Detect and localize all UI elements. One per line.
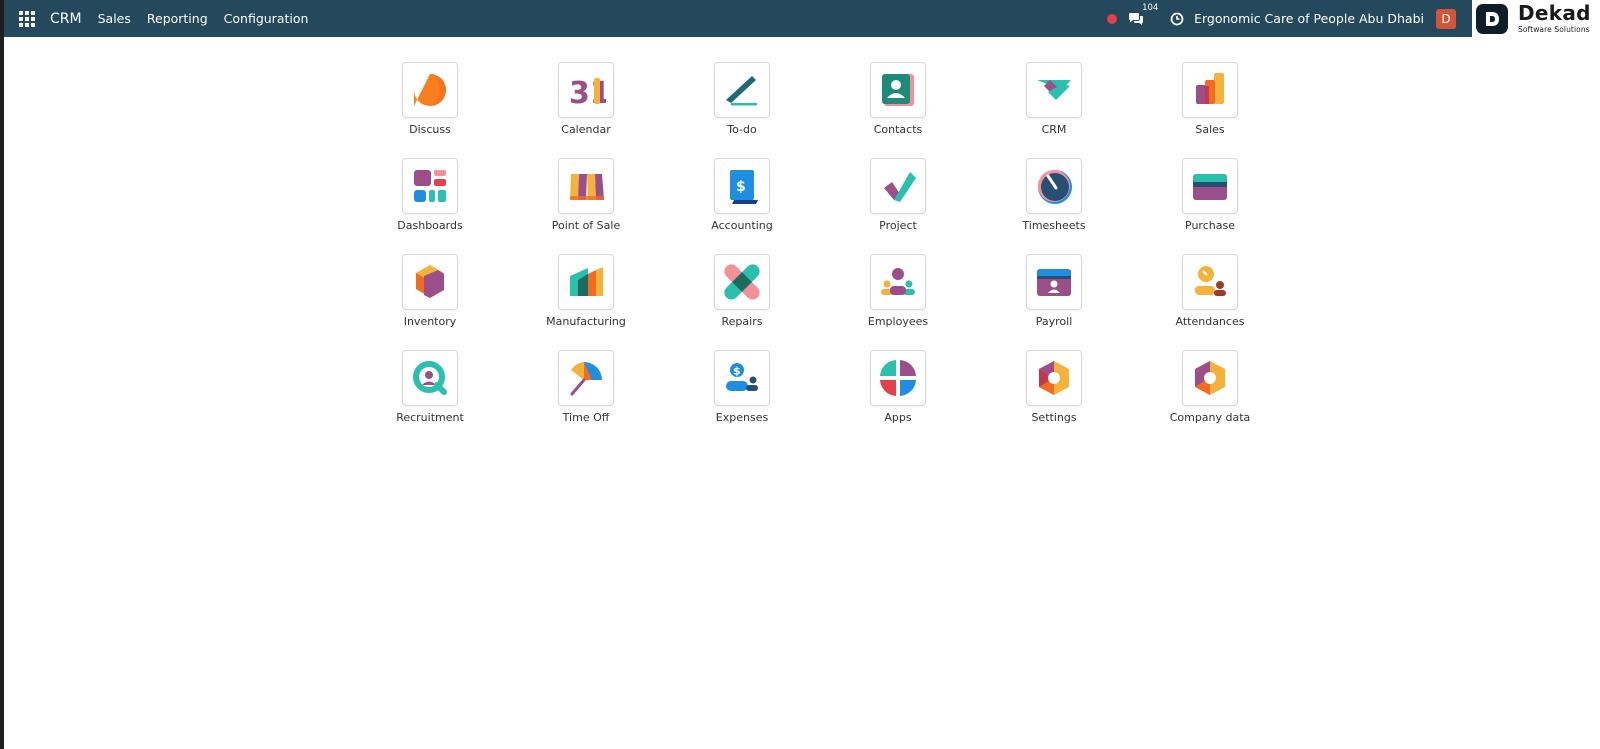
expenses-icon: $ bbox=[714, 350, 770, 406]
app-label: Contacts bbox=[873, 123, 923, 136]
employees-icon bbox=[870, 254, 926, 310]
todo-icon bbox=[714, 62, 770, 118]
attendances-icon bbox=[1182, 254, 1238, 310]
clock-icon bbox=[1170, 12, 1184, 25]
accounting-icon: $ bbox=[714, 158, 770, 214]
app-sales[interactable]: Sales bbox=[1132, 62, 1288, 158]
app-expenses[interactable]: $ Expenses bbox=[664, 350, 820, 446]
crm-icon bbox=[1026, 62, 1082, 118]
settings-icon bbox=[1026, 350, 1082, 406]
time-off-icon bbox=[558, 350, 614, 406]
app-label: Discuss bbox=[409, 123, 451, 136]
app-label: Manufacturing bbox=[546, 315, 626, 328]
dekad-logo-mark-icon bbox=[1476, 3, 1508, 34]
app-todo[interactable]: To-do bbox=[664, 62, 820, 158]
project-icon bbox=[870, 158, 926, 214]
purchase-icon bbox=[1182, 158, 1238, 214]
manufacturing-icon bbox=[558, 254, 614, 310]
app-time-off[interactable]: Time Off bbox=[508, 350, 664, 446]
app-dashboards[interactable]: Dashboards bbox=[352, 158, 508, 254]
svg-text:$: $ bbox=[733, 365, 741, 378]
point-of-sale-icon bbox=[558, 158, 614, 214]
app-payroll[interactable]: Payroll bbox=[976, 254, 1132, 350]
svg-text:$: $ bbox=[736, 179, 746, 195]
svg-text:31: 31 bbox=[569, 76, 606, 110]
logo-name: Dekad bbox=[1518, 1, 1591, 26]
app-apps[interactable]: Apps bbox=[820, 350, 976, 446]
app-label: Company data bbox=[1169, 411, 1251, 424]
app-calendar[interactable]: 31 Calendar bbox=[508, 62, 664, 158]
app-company-data[interactable]: Company data bbox=[1132, 350, 1288, 446]
app-grid: Discuss 31 Calendar To-do bbox=[352, 62, 1288, 446]
app-label: Point of Sale bbox=[551, 219, 621, 232]
app-label: Settings bbox=[1031, 411, 1077, 424]
dekad-logo: Dekad Software Solutions bbox=[1472, 0, 1600, 37]
logo-subtitle: Software Solutions bbox=[1518, 25, 1590, 35]
app-label: Project bbox=[879, 219, 917, 232]
apps-icon bbox=[870, 350, 926, 406]
app-timesheets[interactable]: Timesheets bbox=[976, 158, 1132, 254]
app-recruitment[interactable]: Recruitment bbox=[352, 350, 508, 446]
company-data-icon bbox=[1182, 350, 1238, 406]
app-accounting[interactable]: $ Accounting bbox=[664, 158, 820, 254]
app-inventory[interactable]: Inventory bbox=[352, 254, 508, 350]
app-label: Dashboards bbox=[397, 219, 463, 232]
user-avatar[interactable]: D bbox=[1436, 8, 1456, 29]
app-label: To-do bbox=[727, 123, 757, 136]
app-label: Timesheets bbox=[1022, 219, 1086, 232]
app-contacts[interactable]: Contacts bbox=[820, 62, 976, 158]
timesheets-icon bbox=[1026, 158, 1082, 214]
dashboards-icon bbox=[402, 158, 458, 214]
app-crm[interactable]: CRM bbox=[976, 62, 1132, 158]
activities-button[interactable] bbox=[1170, 12, 1184, 26]
company-switcher[interactable]: Ergonomic Care of People Abu Dhabi bbox=[1194, 11, 1424, 26]
app-employees[interactable]: Employees bbox=[820, 254, 976, 350]
contacts-icon bbox=[870, 62, 926, 118]
app-label: Recruitment bbox=[396, 411, 464, 424]
app-label: Time Off bbox=[562, 411, 610, 424]
app-settings[interactable]: Settings bbox=[976, 350, 1132, 446]
app-label: CRM bbox=[1041, 123, 1067, 136]
app-point-of-sale[interactable]: Point of Sale bbox=[508, 158, 664, 254]
app-manufacturing[interactable]: Manufacturing bbox=[508, 254, 664, 350]
inventory-icon bbox=[402, 254, 458, 310]
app-attendances[interactable]: Attendances bbox=[1132, 254, 1288, 350]
payroll-icon bbox=[1026, 254, 1082, 310]
app-label: Inventory bbox=[403, 315, 457, 328]
app-label: Repairs bbox=[721, 315, 763, 328]
menu-sales[interactable]: Sales bbox=[98, 11, 131, 26]
app-discuss[interactable]: Discuss bbox=[352, 62, 508, 158]
menu-configuration[interactable]: Configuration bbox=[224, 11, 309, 26]
top-navbar: CRM Sales Reporting Configuration 104 Er… bbox=[4, 0, 1472, 37]
app-project[interactable]: Project bbox=[820, 158, 976, 254]
menu-reporting[interactable]: Reporting bbox=[147, 11, 208, 26]
app-repairs[interactable]: Repairs bbox=[664, 254, 820, 350]
discuss-icon bbox=[402, 62, 458, 118]
messages-button[interactable]: 104 bbox=[1128, 3, 1158, 26]
app-label: Purchase bbox=[1185, 219, 1235, 232]
message-count-badge: 104 bbox=[1142, 2, 1159, 13]
app-label: Expenses bbox=[715, 411, 769, 424]
current-app-name[interactable]: CRM bbox=[50, 11, 82, 27]
app-label: Employees bbox=[867, 315, 929, 328]
app-label: Sales bbox=[1195, 123, 1225, 136]
recruitment-icon bbox=[402, 350, 458, 406]
chat-icon bbox=[1129, 12, 1144, 25]
app-label: Accounting bbox=[711, 219, 773, 232]
repairs-icon bbox=[714, 254, 770, 310]
app-label: Apps bbox=[884, 411, 912, 424]
app-label: Attendances bbox=[1175, 315, 1245, 328]
recording-status-icon[interactable] bbox=[1107, 13, 1118, 24]
app-purchase[interactable]: Purchase bbox=[1132, 158, 1288, 254]
app-label: Calendar bbox=[561, 123, 611, 136]
app-menu-grid-icon[interactable] bbox=[17, 9, 37, 29]
sales-icon bbox=[1182, 62, 1238, 118]
calendar-icon: 31 bbox=[558, 62, 614, 118]
app-label: Payroll bbox=[1035, 315, 1073, 328]
